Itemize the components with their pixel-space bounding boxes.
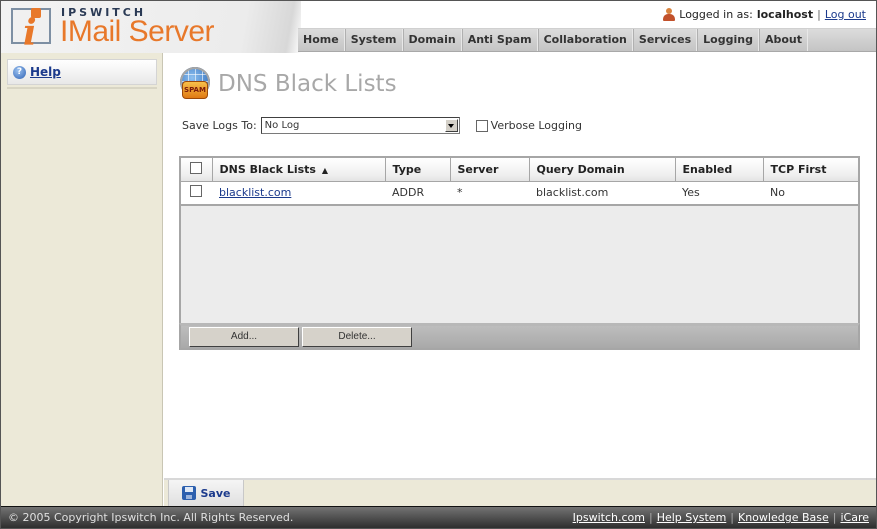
sidebar: ? Help <box>1 53 163 506</box>
copyright: © 2005 Copyright Ipswitch Inc. All Right… <box>8 511 294 524</box>
user-bar: Logged in as: localhost | Log out <box>663 8 866 21</box>
cell-tcp-first: No <box>763 181 858 206</box>
verbose-logging-label: Verbose Logging <box>490 119 582 132</box>
verbose-logging: Verbose Logging <box>475 119 582 132</box>
select-all-checkbox[interactable] <box>190 161 202 174</box>
table-row: blacklist.com ADDR * blacklist.com Yes N… <box>181 181 858 206</box>
column-header-type[interactable]: Type <box>385 158 451 182</box>
save-logs-row: Save Logs To: No Log Verbose Logging <box>182 117 582 134</box>
cell-type: ADDR <box>385 181 450 206</box>
add-button[interactable]: Add... <box>189 327 299 347</box>
footer-link-ipswitch[interactable]: Ipswitch.com <box>573 511 645 524</box>
save-bar: Save <box>164 478 876 506</box>
nav-logging[interactable]: Logging <box>697 29 759 51</box>
spam-globe-icon: SPAM <box>178 67 212 101</box>
nav-anti-spam[interactable]: Anti Spam <box>461 29 538 51</box>
save-logs-label: Save Logs To: <box>182 119 257 132</box>
column-header-name[interactable]: DNS Black Lists ▲ <box>212 158 386 182</box>
page-header: SPAM DNS Black Lists <box>178 67 397 101</box>
chevron-down-icon[interactable] <box>444 119 458 132</box>
logo-dot <box>31 8 41 18</box>
separator: | <box>832 511 837 524</box>
delete-button[interactable]: Delete... <box>302 327 412 347</box>
table-header-row: DNS Black Lists ▲ Type Server Query Doma… <box>181 158 858 182</box>
logo-product-name: IMail Server <box>60 15 215 48</box>
cell-name: blacklist.com <box>212 181 385 206</box>
nav-home[interactable]: Home <box>298 29 345 51</box>
separator: | <box>817 8 821 21</box>
help-link[interactable]: Help <box>30 65 61 79</box>
nav-domain[interactable]: Domain <box>402 29 462 51</box>
nav-collaboration[interactable]: Collaboration <box>537 29 633 51</box>
footer-links: Ipswitch.com | Help System | Knowledge B… <box>573 511 869 524</box>
sidebar-item-help[interactable]: ? Help <box>7 59 157 85</box>
floppy-disk-icon <box>181 486 196 500</box>
separator: | <box>730 511 734 524</box>
select-all-cell <box>181 158 213 182</box>
column-header-tcp-first[interactable]: TCP First <box>763 158 858 182</box>
footer: © 2005 Copyright Ipswitch Inc. All Right… <box>1 506 876 528</box>
save-button[interactable]: Save <box>168 480 244 506</box>
main-content: SPAM DNS Black Lists Save Logs To: No Lo… <box>164 53 876 478</box>
save-label: Save <box>200 486 231 500</box>
column-header-server[interactable]: Server <box>450 158 530 182</box>
verbose-logging-checkbox[interactable] <box>475 119 488 132</box>
nav-services[interactable]: Services <box>632 29 698 51</box>
page-title: DNS Black Lists <box>218 71 397 97</box>
cell-enabled: Yes <box>675 181 763 206</box>
table-toolbar: Add... Delete... <box>179 323 860 350</box>
cell-server: * <box>450 181 529 206</box>
blacklist-link[interactable]: blacklist.com <box>219 186 291 199</box>
sort-ascending-icon: ▲ <box>321 165 328 175</box>
footer-link-knowledge-base[interactable]: Knowledge Base <box>738 511 829 524</box>
column-header-query-domain[interactable]: Query Domain <box>529 158 676 182</box>
save-logs-value: No Log <box>264 120 300 131</box>
separator: | <box>648 511 653 524</box>
username: localhost <box>756 8 814 21</box>
row-checkbox[interactable] <box>190 185 202 198</box>
footer-link-help-system[interactable]: Help System <box>657 511 727 524</box>
cell-query-domain: blacklist.com <box>529 181 675 206</box>
nav-system[interactable]: System <box>344 29 403 51</box>
logo-i-glyph: i <box>23 12 37 54</box>
main-nav: Home System Domain Anti Spam Collaborati… <box>298 28 876 52</box>
nav-about[interactable]: About <box>758 29 809 51</box>
header: i IPSWITCH IMail Server Logged in as: lo… <box>1 1 876 53</box>
column-header-enabled[interactable]: Enabled <box>675 158 764 182</box>
user-icon <box>663 8 676 21</box>
logged-in-label: Logged in as: <box>679 8 753 21</box>
logo: i IPSWITCH IMail Server <box>1 1 301 53</box>
save-logs-select[interactable]: No Log <box>260 117 460 134</box>
divider <box>7 87 157 89</box>
help-icon: ? <box>13 65 26 79</box>
row-select-cell <box>181 181 212 206</box>
logout-link[interactable]: Log out <box>825 8 866 21</box>
footer-link-icare[interactable]: iCare <box>840 511 869 524</box>
dns-blacklist-table: DNS Black Lists ▲ Type Server Query Doma… <box>179 156 860 349</box>
